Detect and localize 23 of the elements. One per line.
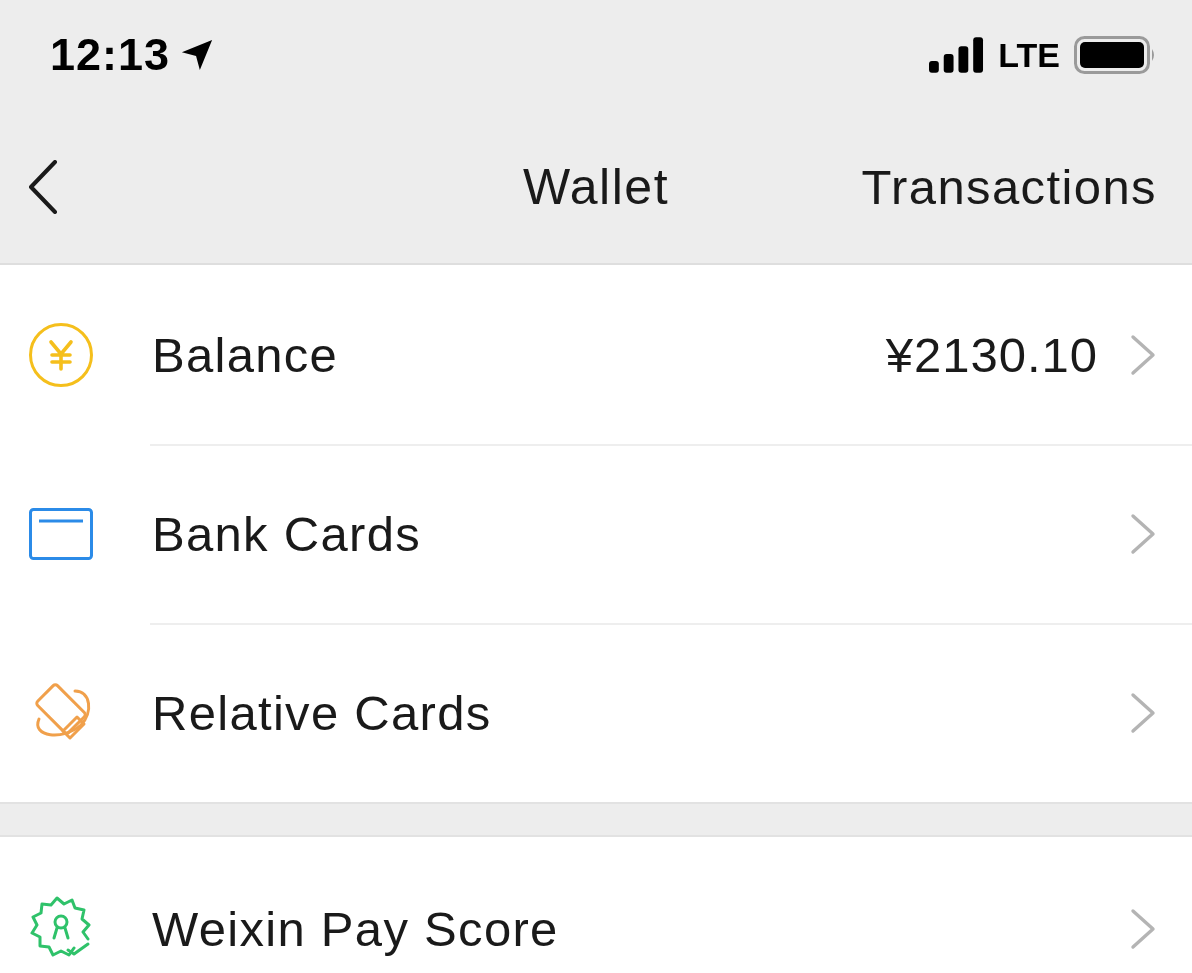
network-type: LTE xyxy=(998,35,1060,75)
menu-row[interactable]: Bank Cards xyxy=(0,444,1192,623)
yen-coin-icon xyxy=(28,321,94,388)
row-label: Weixin Pay Score xyxy=(152,901,559,957)
row-label: Bank Cards xyxy=(152,505,421,562)
transactions-link[interactable]: Transactions xyxy=(861,158,1157,215)
signal-icon xyxy=(929,37,985,73)
row-label: Relative Cards xyxy=(152,684,492,741)
menu-row[interactable]: Balance ¥2130.10 xyxy=(0,265,1192,444)
battery-icon xyxy=(1074,36,1156,74)
status-time: 12:13 xyxy=(50,29,171,81)
menu-row[interactable]: Relative Cards xyxy=(0,623,1192,802)
chevron-right-icon xyxy=(1130,512,1156,555)
chevron-right-icon xyxy=(1130,333,1156,376)
menu-row[interactable]: Weixin Pay Score xyxy=(0,837,1192,973)
row-label: Balance xyxy=(152,326,339,383)
location-arrow-icon xyxy=(180,38,215,72)
card-icon xyxy=(29,507,93,560)
chevron-right-icon xyxy=(1130,691,1156,734)
balance-amount: ¥2130.10 xyxy=(885,326,1098,383)
page-title: Wallet xyxy=(522,157,670,216)
chevron-right-icon xyxy=(1130,908,1156,950)
back-chevron-icon xyxy=(28,159,58,214)
